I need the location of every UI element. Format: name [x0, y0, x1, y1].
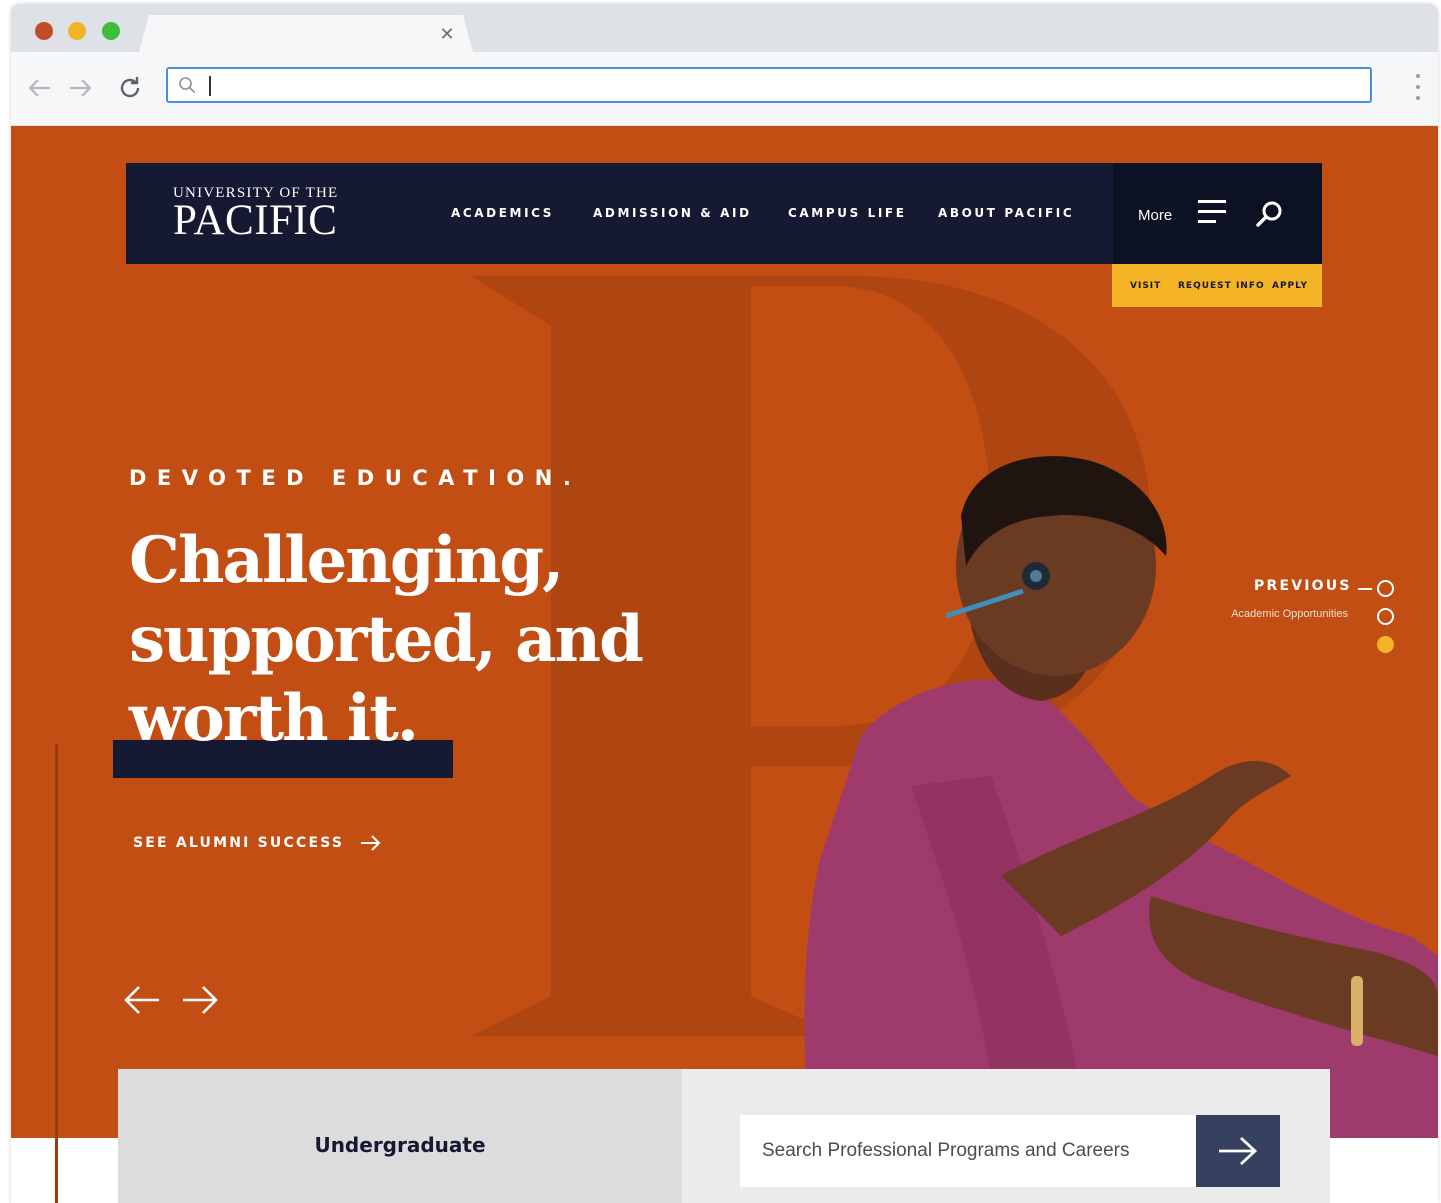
request-info-link[interactable]: REQUEST INFO [1178, 281, 1265, 291]
arrow-right-icon[interactable] [181, 984, 219, 1016]
tab-undergraduate-label: Undergraduate [314, 1133, 486, 1157]
logo-line-main: PACIFIC [173, 197, 338, 244]
arrow-left-icon[interactable] [26, 74, 54, 102]
headline-line: worth it. [129, 681, 419, 756]
nav-item-admission-aid[interactable]: ADMISSION & AID [593, 206, 752, 220]
arrow-right-icon[interactable] [66, 74, 94, 102]
window-zoom-button[interactable] [102, 22, 120, 40]
decorative-vertical-line [55, 744, 58, 1203]
program-search-band: Undergraduate [118, 1069, 1330, 1203]
search-icon [179, 77, 196, 94]
reload-icon[interactable] [116, 74, 144, 102]
arrow-left-icon[interactable] [123, 984, 161, 1016]
arrow-right-icon [1219, 1136, 1258, 1166]
text-caret [209, 76, 211, 96]
browser-tab[interactable] [139, 15, 473, 52]
quick-links-bar: VISIT REQUEST INFO APPLY [1112, 264, 1322, 307]
program-search-submit-button[interactable] [1196, 1115, 1280, 1187]
window-minimize-button[interactable] [68, 22, 86, 40]
slide-dot[interactable] [1377, 580, 1394, 597]
slide-dot-active[interactable] [1377, 636, 1394, 653]
nav-item-campus-life[interactable]: CAMPUS LIFE [788, 206, 907, 220]
slide-caption[interactable]: Academic Opportunities [1161, 608, 1348, 620]
tab-undergraduate[interactable]: Undergraduate [118, 1069, 682, 1203]
kebab-menu-icon[interactable] [1411, 72, 1425, 104]
page-viewport: UNIVERSITY OF THE PACIFIC ACADEMICS ADMI… [11, 126, 1438, 1203]
window-close-button[interactable] [35, 22, 53, 40]
browser-toolbar [11, 52, 1438, 126]
address-input[interactable] [214, 73, 1354, 99]
more-menu-area: More [1113, 163, 1322, 264]
apply-link[interactable]: APPLY [1272, 281, 1308, 291]
previous-slide-link[interactable]: PREVIOUS [1254, 578, 1352, 594]
headline-line: supported, and [129, 602, 644, 677]
address-bar[interactable] [166, 67, 1372, 103]
search-icon[interactable] [1255, 199, 1285, 229]
browser-window: ✕ UNIVERSITY OF THE PACIFIC ACADEMICS AD… [11, 4, 1438, 1203]
arrow-right-icon [361, 835, 381, 851]
student-photo [804, 456, 1438, 1138]
headline-line: Challenging, [129, 523, 564, 598]
slide-dot[interactable] [1377, 608, 1394, 625]
close-icon[interactable]: ✕ [437, 25, 457, 45]
nav-item-about-pacific[interactable]: ABOUT PACIFIC [938, 206, 1074, 220]
university-logo[interactable]: UNIVERSITY OF THE PACIFIC [173, 185, 343, 244]
previous-dash [1358, 588, 1372, 590]
hamburger-icon[interactable] [1198, 200, 1226, 224]
program-search-input[interactable] [740, 1115, 1196, 1187]
visit-link[interactable]: VISIT [1130, 281, 1161, 291]
hero-headline: Challenging, supported, and worth it. [129, 521, 709, 758]
nav-item-academics[interactable]: ACADEMICS [451, 206, 554, 220]
more-button[interactable]: More [1138, 207, 1172, 224]
see-alumni-success-label: SEE ALUMNI SUCCESS [133, 835, 345, 851]
main-navbar: UNIVERSITY OF THE PACIFIC ACADEMICS ADMI… [126, 163, 1322, 264]
tab-strip: ✕ [11, 4, 1438, 52]
hero-eyebrow: DEVOTED EDUCATION. [129, 466, 582, 490]
hero-section: UNIVERSITY OF THE PACIFIC ACADEMICS ADMI… [11, 126, 1438, 1138]
see-alumni-success-link[interactable]: SEE ALUMNI SUCCESS [133, 832, 382, 854]
